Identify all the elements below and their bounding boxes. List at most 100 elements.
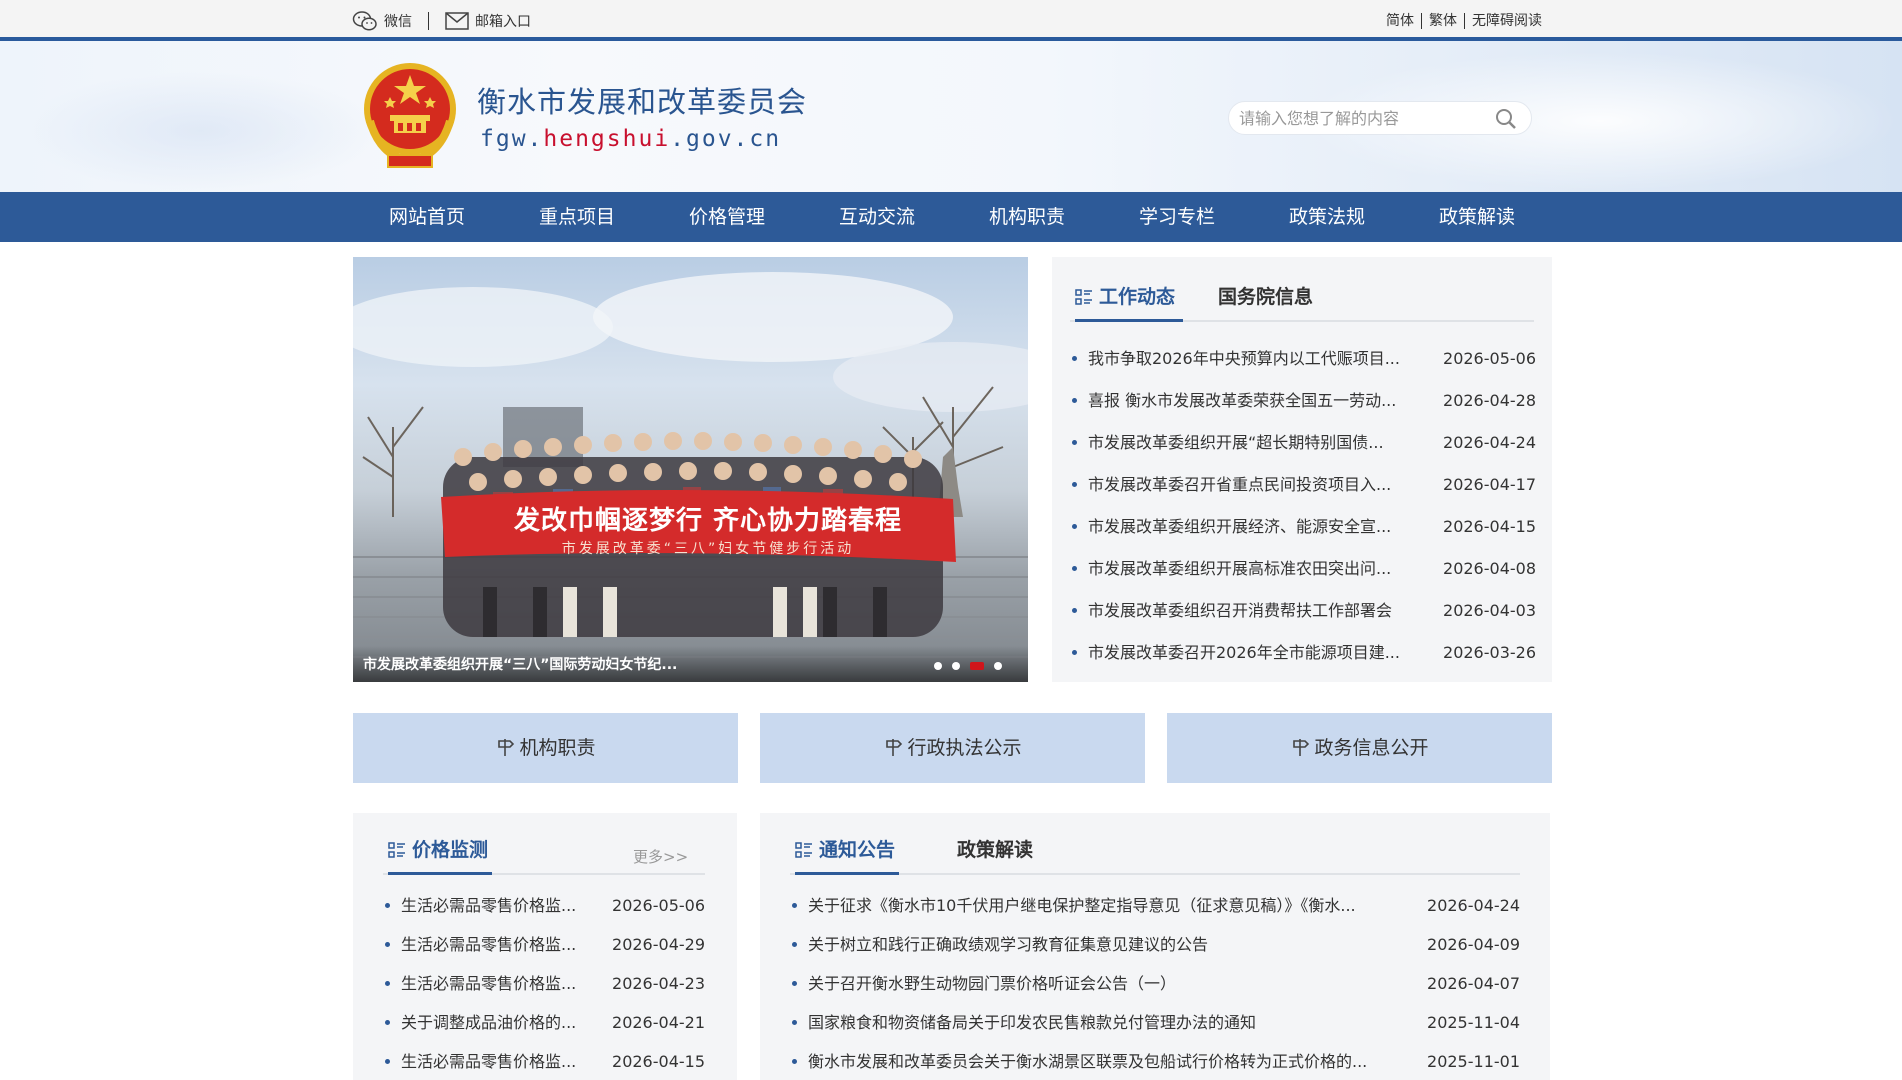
list-item-title: 生活必需品零售价格监...	[401, 1052, 577, 1071]
list-item-title: 关于征求《衡水市10千伏用户继电保护整定指导意见（征求意见稿）》《衡水...	[808, 896, 1356, 915]
search-icon[interactable]	[1495, 108, 1517, 130]
list-item[interactable]: 生活必需品零售价格监... 2026-04-23	[383, 964, 705, 1003]
news-tabs: 工作动态 国务院信息	[1070, 284, 1534, 322]
search-input[interactable]	[1239, 102, 1489, 134]
tab-notices[interactable]: 通知公告	[795, 837, 899, 875]
list-item-title: 市发展改革委组织开展经济、能源安全宣...	[1088, 517, 1392, 536]
mail-label: 邮箱入口	[475, 13, 531, 30]
site-url-suffix: .gov.cn	[670, 126, 782, 152]
gov-info-button[interactable]: 政务信息公开	[1167, 713, 1552, 783]
list-item[interactable]: 喜报 衡水市发展改革委荣获全国五一劳动... 2026-04-28	[1070, 380, 1536, 422]
banner-text-line1: 发改巾帼逐梦行 齐心协力踏春程	[513, 506, 903, 536]
bullet	[792, 903, 797, 908]
list-item[interactable]: 市发展改革委召开省重点民间投资项目入... 2026-04-17	[1070, 464, 1536, 506]
nav-item-regulations[interactable]: 政策法规	[1252, 192, 1402, 242]
carousel-caption[interactable]: 市发展改革委组织开展“三八”国际劳动妇女节纪...	[363, 654, 677, 674]
list-item[interactable]: 关于树立和践行正确政绩观学习教育征集意见建议的公告 2026-04-09	[790, 925, 1520, 964]
carousel-photo	[353, 272, 1028, 658]
simplified-link[interactable]: 简体	[1379, 12, 1422, 29]
list-item-title: 市发展改革委召开2026年全市能源项目建...	[1088, 643, 1400, 662]
list-item[interactable]: 市发展改革委组织开展“超长期特别国债... 2026-04-24	[1070, 422, 1536, 464]
nav-item-key-projects[interactable]: 重点项目	[502, 192, 652, 242]
list-item-date: 2026-04-24	[1427, 896, 1520, 915]
header-cloud-decoration	[20, 71, 380, 191]
list-item[interactable]: 市发展改革委召开2026年全市能源项目建... 2026-03-26	[1070, 632, 1536, 674]
bullet	[792, 1020, 797, 1025]
bullet	[385, 981, 390, 986]
notice-tabs: 通知公告 政策解读	[790, 837, 1520, 875]
list-item-title: 关于树立和践行正确政绩观学习教育征集意见建议的公告	[808, 935, 1209, 954]
mail-link[interactable]: 邮箱入口	[445, 11, 531, 31]
list-item[interactable]: 我市争取2026年中央预算内以工代赈项目... 2026-05-06	[1070, 338, 1536, 380]
tab-notices-label: 通知公告	[819, 839, 896, 861]
list-item[interactable]: 衡水市发展和改革委员会关于衡水湖景区联票及包船试行价格转为正式价格的... 202…	[790, 1042, 1520, 1080]
topbar-divider	[428, 11, 429, 30]
list-item-title: 市发展改革委组织召开消费帮扶工作部署会	[1088, 601, 1393, 620]
list-item-title: 市发展改革委组织开展高标准农田突出问...	[1088, 559, 1392, 578]
list-item-title: 市发展改革委召开省重点民间投资项目入...	[1088, 475, 1392, 494]
tab-price-monitoring[interactable]: 价格监测	[388, 837, 492, 875]
bullet	[1072, 608, 1077, 613]
list-item[interactable]: 市发展改革委组织召开消费帮扶工作部署会 2026-04-03	[1070, 590, 1536, 632]
nav-item-policy-interpretation[interactable]: 政策解读	[1402, 192, 1552, 242]
tab-state-council[interactable]: 国务院信息	[1218, 284, 1313, 322]
nav-item-interaction[interactable]: 互动交流	[802, 192, 952, 242]
signpost-icon	[886, 739, 903, 756]
wechat-label: 微信	[384, 13, 412, 30]
bullet	[792, 981, 797, 986]
list-icon	[795, 842, 812, 858]
organization-button[interactable]: 机构职责	[353, 713, 738, 783]
national-emblem-icon[interactable]	[360, 61, 460, 169]
tab-price-monitoring-label: 价格监测	[412, 839, 489, 861]
site-header: 衡水市发展和改革委员会 fgw.hengshui.gov.cn	[0, 41, 1902, 192]
tab-work-news-label: 工作动态	[1099, 286, 1176, 308]
list-icon	[388, 842, 405, 858]
list-icon	[1075, 289, 1092, 305]
nav-item-home[interactable]: 网站首页	[352, 192, 502, 242]
list-item[interactable]: 国家粮食和物资储备局关于印发农民售粮款兑付管理办法的通知 2025-11-04	[790, 1003, 1520, 1042]
list-item-date: 2026-04-09	[1427, 935, 1520, 954]
accessible-link[interactable]: 无障碍阅读	[1465, 13, 1542, 29]
list-item-date: 2026-04-17	[1443, 475, 1536, 494]
nav-item-price-management[interactable]: 价格管理	[652, 192, 802, 242]
list-item-date: 2026-05-06	[612, 896, 705, 915]
carousel-dot-2[interactable]	[952, 662, 960, 670]
list-item-title: 关于调整成品油价格的...	[401, 1013, 577, 1032]
bullet	[792, 1059, 797, 1064]
signpost-icon	[1293, 739, 1310, 756]
carousel-dot-3[interactable]	[970, 662, 984, 670]
bullet	[1072, 566, 1077, 571]
list-item-date: 2025-11-04	[1427, 1013, 1520, 1032]
work-news-panel: 工作动态 国务院信息 我市争取2026年中央预算内以工代赈项目... 2026-0…	[1052, 257, 1552, 682]
list-item[interactable]: 市发展改革委组织开展高标准农田突出问... 2026-04-08	[1070, 548, 1536, 590]
top-bar-left: 微信 邮箱入口	[352, 0, 531, 41]
list-item[interactable]: 关于征求《衡水市10千伏用户继电保护整定指导意见（征求意见稿）》《衡水... 20…	[790, 886, 1520, 925]
list-item[interactable]: 关于调整成品油价格的... 2026-04-21	[383, 1003, 705, 1042]
search-box	[1228, 101, 1532, 135]
more-link[interactable]: 更多>>	[633, 846, 688, 867]
news-list: 我市争取2026年中央预算内以工代赈项目... 2026-05-06 喜报 衡水市…	[1070, 338, 1536, 674]
gov-info-button-label: 政务信息公开	[1314, 737, 1429, 759]
nav-item-study[interactable]: 学习专栏	[1102, 192, 1252, 242]
banner-text-line2: 市发展改革委“三八”妇女节健步行活动	[561, 541, 855, 557]
photo-carousel[interactable]: 发改巾帼逐梦行 齐心协力踏春程 市发展改革委“三八”妇女节健步行活动 市发展改革…	[353, 257, 1028, 682]
nav-item-organization[interactable]: 机构职责	[952, 192, 1102, 242]
list-item[interactable]: 市发展改革委组织开展经济、能源安全宣... 2026-04-15	[1070, 506, 1536, 548]
tab-policy-interpretation[interactable]: 政策解读	[957, 837, 1033, 875]
bullet	[1072, 524, 1077, 529]
wechat-link[interactable]: 微信	[352, 10, 412, 32]
carousel-dot-1[interactable]	[934, 662, 942, 670]
law-enforcement-button[interactable]: 行政执法公示	[760, 713, 1145, 783]
list-item[interactable]: 生活必需品零售价格监... 2026-05-06	[383, 886, 705, 925]
traditional-link[interactable]: 繁体	[1422, 12, 1465, 29]
carousel-dot-4[interactable]	[994, 662, 1002, 670]
list-item-date: 2026-04-03	[1443, 601, 1536, 620]
list-item[interactable]: 生活必需品零售价格监... 2026-04-15	[383, 1042, 705, 1080]
bullet	[385, 903, 390, 908]
list-item[interactable]: 关于召开衡水野生动物园门票价格听证会公告（一） 2026-04-07	[790, 964, 1520, 1003]
main-nav: 网站首页 重点项目 价格管理 互动交流 机构职责 学习专栏 政策法规 政策解读	[0, 192, 1902, 242]
tab-work-news[interactable]: 工作动态	[1075, 284, 1183, 322]
list-item[interactable]: 生活必需品零售价格监... 2026-04-29	[383, 925, 705, 964]
bullet	[792, 942, 797, 947]
bullet	[1072, 398, 1077, 403]
